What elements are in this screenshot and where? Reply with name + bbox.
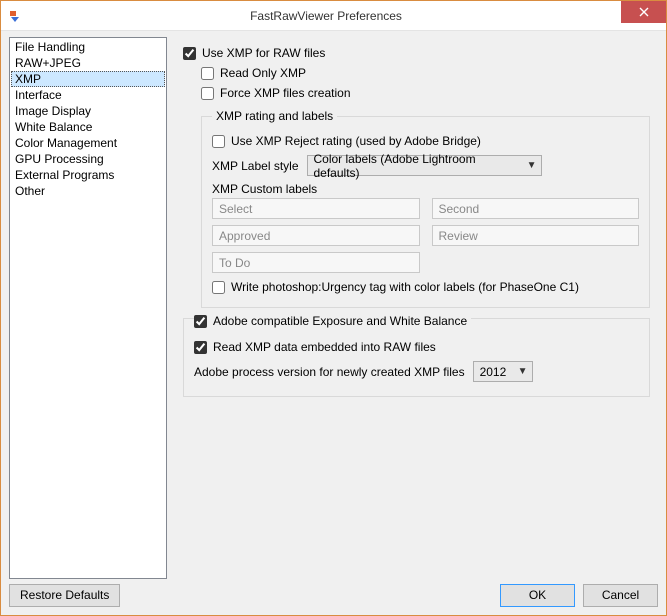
custom-labels-caption: XMP Custom labels xyxy=(212,182,639,196)
dialog-body: File HandlingRAW+JPEGXMPInterfaceImage D… xyxy=(1,31,666,581)
restore-defaults-button[interactable]: Restore Defaults xyxy=(9,584,120,607)
chevron-down-icon: ▼ xyxy=(518,366,528,377)
use-xmp-checkbox-row[interactable]: Use XMP for RAW files xyxy=(183,43,650,63)
write-urgency-label: Write photoshop:Urgency tag with color l… xyxy=(231,280,579,294)
adobe-compat-label: Adobe compatible Exposure and White Bala… xyxy=(213,314,467,328)
process-version-value: 2012 xyxy=(480,365,507,379)
label-style-combo[interactable]: Color labels (Adobe Lightroom defaults) … xyxy=(307,155,542,176)
xmp-rating-group: XMP rating and labels Use XMP Reject rat… xyxy=(201,109,650,308)
read-embedded-checkbox[interactable] xyxy=(194,341,207,354)
force-xmp-checkbox[interactable] xyxy=(201,87,214,100)
sidebar-item-white-balance[interactable]: White Balance xyxy=(11,119,165,135)
custom-label-1-input[interactable]: Select xyxy=(212,198,420,219)
sidebar-item-gpu-processing[interactable]: GPU Processing xyxy=(11,151,165,167)
sidebar-item-file-handling[interactable]: File Handling xyxy=(11,39,165,55)
cancel-button[interactable]: Cancel xyxy=(583,584,658,607)
window-title: FastRawViewer Preferences xyxy=(31,9,621,23)
label-style-value: Color labels (Adobe Lightroom defaults) xyxy=(314,152,521,180)
use-xmp-label: Use XMP for RAW files xyxy=(202,46,325,60)
read-only-xmp-checkbox[interactable] xyxy=(201,67,214,80)
sidebar-item-interface[interactable]: Interface xyxy=(11,87,165,103)
sidebar-item-color-management[interactable]: Color Management xyxy=(11,135,165,151)
custom-label-3-input[interactable]: Approved xyxy=(212,225,420,246)
write-urgency-row[interactable]: Write photoshop:Urgency tag with color l… xyxy=(212,277,639,297)
ok-button[interactable]: OK xyxy=(500,584,575,607)
force-xmp-row[interactable]: Force XMP files creation xyxy=(201,83,650,103)
app-icon xyxy=(1,1,31,31)
sidebar-item-xmp[interactable]: XMP xyxy=(11,71,165,87)
xmp-panel: Use XMP for RAW files Read Only XMP Forc… xyxy=(175,37,658,579)
adobe-compat-checkbox[interactable] xyxy=(194,315,207,328)
sidebar-item-image-display[interactable]: Image Display xyxy=(11,103,165,119)
use-reject-label: Use XMP Reject rating (used by Adobe Bri… xyxy=(231,134,481,148)
titlebar: FastRawViewer Preferences xyxy=(1,1,666,31)
process-version-row: Adobe process version for newly created … xyxy=(194,361,639,382)
write-urgency-checkbox[interactable] xyxy=(212,281,225,294)
custom-labels-grid: Select Second Approved Review To Do xyxy=(212,198,639,273)
preferences-window: FastRawViewer Preferences File HandlingR… xyxy=(0,0,667,616)
process-version-combo[interactable]: 2012 ▼ xyxy=(473,361,533,382)
read-embedded-row[interactable]: Read XMP data embedded into RAW files xyxy=(194,337,639,357)
read-only-xmp-label: Read Only XMP xyxy=(220,66,306,80)
custom-label-5-input[interactable]: To Do xyxy=(212,252,420,273)
adobe-compat-group: Adobe compatible Exposure and White Bala… xyxy=(183,318,650,397)
sidebar-item-external-programs[interactable]: External Programs xyxy=(11,167,165,183)
custom-label-2-input[interactable]: Second xyxy=(432,198,640,219)
process-version-caption: Adobe process version for newly created … xyxy=(194,365,465,379)
read-only-xmp-row[interactable]: Read Only XMP xyxy=(201,63,650,83)
use-reject-checkbox[interactable] xyxy=(212,135,225,148)
xmp-rating-legend: XMP rating and labels xyxy=(212,109,337,123)
chevron-down-icon: ▼ xyxy=(527,160,537,171)
dialog-footer: Restore Defaults OK Cancel xyxy=(1,581,666,615)
use-xmp-checkbox[interactable] xyxy=(183,47,196,60)
close-button[interactable] xyxy=(621,1,666,23)
sidebar-item-other[interactable]: Other xyxy=(11,183,165,199)
category-list[interactable]: File HandlingRAW+JPEGXMPInterfaceImage D… xyxy=(9,37,167,579)
adobe-compat-row[interactable]: Adobe compatible Exposure and White Bala… xyxy=(194,311,471,331)
force-xmp-label: Force XMP files creation xyxy=(220,86,351,100)
read-embedded-label: Read XMP data embedded into RAW files xyxy=(213,340,436,354)
custom-label-4-input[interactable]: Review xyxy=(432,225,640,246)
label-style-caption: XMP Label style xyxy=(212,159,299,173)
label-style-row: XMP Label style Color labels (Adobe Ligh… xyxy=(212,155,639,176)
sidebar-item-raw-jpeg[interactable]: RAW+JPEG xyxy=(11,55,165,71)
use-reject-row[interactable]: Use XMP Reject rating (used by Adobe Bri… xyxy=(212,131,639,151)
